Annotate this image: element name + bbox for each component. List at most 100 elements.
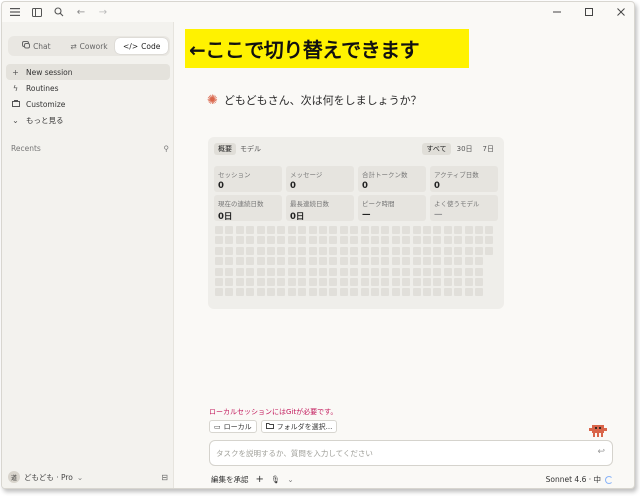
heatmap-cell bbox=[267, 278, 275, 286]
tab-overview[interactable]: 概要 bbox=[214, 143, 236, 155]
heatmap-cell bbox=[433, 246, 442, 255]
heatmap-cell bbox=[423, 267, 431, 276]
back-arrow-icon[interactable]: ← bbox=[72, 3, 90, 21]
prompt-input[interactable] bbox=[216, 446, 586, 460]
heatmap-cell bbox=[360, 226, 369, 234]
heatmap-cell bbox=[298, 288, 307, 297]
plus-icon: + bbox=[12, 67, 19, 77]
maximize-icon[interactable] bbox=[580, 3, 598, 21]
stat-label: 合計トークン数 bbox=[362, 171, 408, 179]
heatmap-cell bbox=[391, 257, 400, 266]
edit-approval-button[interactable]: 編集を承認 bbox=[211, 474, 249, 485]
heatmap-cell bbox=[433, 278, 442, 286]
heatmap-cell bbox=[402, 236, 411, 245]
heatmap-cell bbox=[433, 257, 442, 266]
panel-toggle-icon[interactable]: ⊟ bbox=[161, 473, 168, 482]
minimize-icon[interactable] bbox=[548, 3, 566, 21]
heatmap-cell bbox=[423, 278, 431, 286]
range-30d[interactable]: 30日 bbox=[453, 143, 477, 155]
heatmap-cell bbox=[339, 278, 348, 286]
heatmap-cell bbox=[454, 246, 463, 255]
tab-cowork[interactable]: ⇄ Cowork bbox=[63, 38, 116, 54]
heatmap-cell bbox=[225, 257, 234, 266]
stat-card-current-streak: 現在の連続日数 0日 bbox=[214, 195, 282, 222]
heatmap-cell bbox=[246, 278, 255, 286]
heatmap-cell bbox=[277, 226, 286, 234]
heatmap-cell bbox=[360, 288, 369, 297]
tab-chat[interactable]: Chat bbox=[10, 38, 63, 54]
tab-models[interactable]: モデル bbox=[236, 143, 265, 155]
sidebar-item-routines[interactable]: ϟ Routines bbox=[6, 80, 170, 96]
heatmap-cell bbox=[412, 288, 421, 297]
heatmap-cell bbox=[235, 257, 244, 266]
user-menu[interactable]: 道 どもども · Pro ⌄ ⊟ bbox=[8, 471, 168, 483]
select-folder-button[interactable]: フォルダを選択... bbox=[260, 420, 338, 433]
heatmap-cell bbox=[381, 267, 390, 276]
heatmap-cell bbox=[350, 257, 359, 266]
sidebar-nav: + New session ϟ Routines Customize ⌄ もっと… bbox=[6, 64, 170, 128]
tab-code[interactable]: </> Code bbox=[115, 38, 169, 54]
heatmap-cell bbox=[225, 288, 234, 297]
heatmap-cell bbox=[308, 267, 317, 276]
heatmap-cell bbox=[412, 278, 421, 286]
plus-icon[interactable]: + bbox=[256, 474, 264, 485]
tab-chat-label: Chat bbox=[33, 41, 51, 51]
heatmap-cell bbox=[485, 236, 494, 245]
heatmap-cell bbox=[443, 278, 452, 286]
heatmap-cell bbox=[319, 236, 327, 245]
heatmap-cell bbox=[443, 288, 452, 297]
sidebar-icon[interactable] bbox=[28, 3, 46, 21]
heatmap-cell bbox=[267, 267, 275, 276]
chevron-down-icon[interactable]: ⌄ bbox=[287, 475, 293, 484]
filter-sliders-icon[interactable]: ⚲ bbox=[164, 144, 170, 153]
heatmap-cell bbox=[308, 288, 317, 297]
forward-arrow-icon[interactable]: → bbox=[94, 3, 112, 21]
heatmap-cell bbox=[433, 288, 442, 297]
heatmap-cell bbox=[464, 267, 473, 276]
heatmap-cell bbox=[308, 236, 317, 245]
stats-header: 概要 モデル すべて 30日 7日 bbox=[214, 143, 498, 155]
model-selector[interactable]: Sonnet 4.6 · 中 bbox=[546, 474, 613, 485]
sidebar-item-more[interactable]: ⌄ もっと見る bbox=[6, 112, 170, 128]
recents-header: Recents ⚲ bbox=[11, 144, 169, 153]
heatmap-cell bbox=[287, 246, 296, 255]
heatmap-cell bbox=[298, 226, 307, 234]
heatmap-cell bbox=[454, 257, 463, 266]
heatmap-cell bbox=[287, 278, 296, 286]
sidebar-item-customize[interactable]: Customize bbox=[6, 96, 170, 112]
git-required-warning: ローカルセッションにはGitが必要です。 bbox=[209, 408, 338, 416]
sidebar-item-new-session[interactable]: + New session bbox=[6, 64, 170, 80]
heatmap-cell bbox=[267, 226, 275, 234]
microphone-icon[interactable]: 🎙︎ bbox=[271, 475, 281, 484]
heatmap-cell bbox=[464, 236, 473, 245]
heatmap-cell bbox=[246, 257, 255, 266]
heatmap-cell bbox=[423, 236, 431, 245]
heatmap-cell bbox=[319, 267, 327, 276]
heatmap-cell bbox=[360, 267, 369, 276]
greeting: ✺ どもどもさん、次は何をしましょうか？ bbox=[207, 92, 422, 108]
stat-value: 0 bbox=[290, 181, 296, 191]
close-icon[interactable] bbox=[612, 3, 630, 21]
heatmap-cell bbox=[360, 257, 369, 266]
send-icon[interactable]: ↩ bbox=[597, 447, 605, 457]
range-all[interactable]: すべて bbox=[422, 143, 451, 155]
heatmap-cell bbox=[319, 226, 327, 234]
heatmap-cell bbox=[443, 267, 452, 276]
menu-icon[interactable] bbox=[6, 3, 24, 21]
range-7d[interactable]: 7日 bbox=[479, 143, 498, 155]
heatmap-cell bbox=[391, 226, 400, 234]
stat-value: 0 bbox=[434, 181, 440, 191]
heatmap-cell bbox=[350, 236, 359, 245]
heatmap-cell bbox=[215, 278, 223, 286]
sidebar: Chat ⇄ Cowork </> Code + New session ϟ R… bbox=[2, 22, 174, 488]
heatmap-cell bbox=[308, 278, 317, 286]
heatmap-cell bbox=[339, 226, 348, 234]
local-env-button[interactable]: ▭ ローカル bbox=[209, 420, 257, 433]
heatmap-cell bbox=[287, 236, 296, 245]
search-icon[interactable] bbox=[50, 3, 68, 21]
sidebar-item-label: もっと見る bbox=[26, 115, 64, 125]
stat-card-active-days: アクティブ日数 0 bbox=[430, 166, 498, 192]
stat-label: アクティブ日数 bbox=[434, 171, 479, 179]
heatmap-cell bbox=[277, 257, 286, 266]
local-env-label: ローカル bbox=[223, 422, 252, 431]
